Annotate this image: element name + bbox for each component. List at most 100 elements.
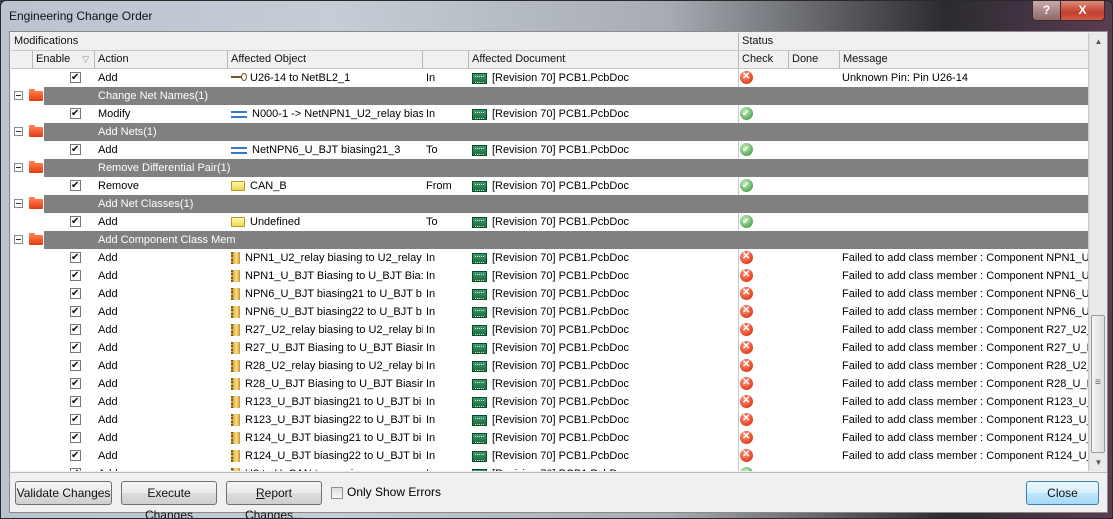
collapse-toggle-icon[interactable] (14, 235, 23, 244)
enable-checkbox[interactable] (70, 105, 81, 123)
col-affected-document[interactable]: Affected Document (468, 51, 738, 68)
enable-checkbox[interactable] (70, 447, 81, 465)
error-status-icon (740, 375, 753, 392)
affected-document-cell: [Revision 70] PCB1.PcbDoc (472, 69, 736, 87)
enable-checkbox[interactable] (70, 357, 81, 375)
collapse-toggle-icon[interactable] (14, 91, 23, 100)
success-status-icon (740, 105, 753, 122)
affected-document-cell: [Revision 70] PCB1.PcbDoc (472, 141, 736, 159)
direction-cell: To (426, 144, 438, 156)
group-row[interactable]: Add Net Classes(1) (11, 195, 1088, 213)
done-status-cell (790, 375, 838, 393)
col-direction[interactable] (422, 51, 468, 68)
collapse-toggle-icon[interactable] (14, 127, 23, 136)
sort-icon[interactable]: ▽ (82, 54, 89, 64)
enable-checkbox[interactable] (70, 321, 81, 339)
done-status-cell (790, 249, 838, 267)
affected-document-cell: [Revision 70] PCB1.PcbDoc (472, 447, 736, 465)
group-row[interactable]: Add Nets(1) (11, 123, 1088, 141)
group-row[interactable]: Add Component Class Mem (11, 231, 1088, 249)
affected-object-cell: NPN1_U2_relay biasing to U2_relay (231, 249, 423, 267)
affected-object-text: U26-14 to NetBL2_1 (250, 72, 351, 84)
collapse-toggle-icon[interactable] (14, 163, 23, 172)
scroll-down-arrow-icon[interactable]: ▼ (1090, 454, 1107, 471)
table-row[interactable]: Add Undefined To [Revision 70] PCB1.PcbDoc (11, 213, 1088, 231)
enable-checkbox[interactable] (70, 177, 81, 195)
col-action[interactable]: Action (94, 51, 227, 68)
checkbox-box[interactable] (331, 486, 343, 499)
enable-checkbox[interactable] (70, 429, 81, 447)
scroll-thumb[interactable]: ≡ (1091, 315, 1105, 453)
table-row[interactable]: Remove CAN_B From [Revision 70] PCB1.PcbDoc (11, 177, 1088, 195)
table-row[interactable]: Add R123_U_BJT biasing21 to U_BJT bi In [Re… (11, 393, 1088, 411)
enable-checkbox[interactable] (70, 303, 81, 321)
enable-checkbox[interactable] (70, 141, 81, 159)
enable-checkbox[interactable] (70, 393, 81, 411)
table-row[interactable]: Add R27_U2_relay biasing to U2_relay biIn… (11, 321, 1088, 339)
column-divider (738, 393, 739, 411)
affected-object-text: U3 to U_CAN transceiver (245, 468, 369, 471)
action-cell: Add (98, 360, 118, 372)
message-cell (842, 213, 1088, 231)
only-show-errors-checkbox[interactable]: Only Show Errors (331, 485, 441, 501)
table-row[interactable]: Add R124_U_BJT biasing22 to U_BJT bi In [Re… (11, 447, 1088, 465)
close-button[interactable]: Close (1026, 481, 1099, 505)
help-button[interactable]: ? (1032, 1, 1061, 21)
enable-checkbox[interactable] (70, 339, 81, 357)
affected-document-text: [Revision 70] PCB1.PcbDoc (492, 288, 629, 300)
table-row[interactable]: Add NPN6_U_BJT biasing22 to U_BJT b In [Rev… (11, 303, 1088, 321)
table-row[interactable]: Add NPN1_U_BJT Biasing to U_BJT Bia:In [Re… (11, 267, 1088, 285)
col-message[interactable]: Message (839, 51, 1088, 68)
table-row[interactable]: Add NPN1_U2_relay biasing to U2_relay In [R… (11, 249, 1088, 267)
message-cell: Failed to add class member : Component R… (842, 414, 1088, 426)
table-row[interactable]: Add U26-14 to NetBL2_1 In [Revision 70] PCB… (11, 69, 1088, 87)
validate-changes-button[interactable]: Validate Changes (15, 481, 112, 505)
enable-checkbox[interactable] (70, 213, 81, 231)
error-status-icon (740, 249, 753, 266)
table-row[interactable]: Add U3 to U_CAN transceiver In [Revision 70… (11, 465, 1088, 471)
enable-checkbox[interactable] (70, 69, 81, 87)
col-affected-object[interactable]: Affected Object (227, 51, 422, 68)
affected-object-cell: R27_U2_relay biasing to U2_relay bi (231, 321, 423, 339)
table-row[interactable]: Add R124_U_BJT biasing21 to U_BJT bi In [Re… (11, 429, 1088, 447)
folder-icon (29, 161, 43, 173)
execute-changes-button[interactable]: Execute Changes (121, 481, 217, 518)
window-close-button[interactable]: X (1060, 1, 1105, 21)
group-row[interactable]: Change Net Names(1) (11, 87, 1088, 105)
col-check[interactable]: Check (738, 51, 788, 68)
action-cell: Add (98, 414, 118, 426)
enable-checkbox[interactable] (70, 411, 81, 429)
table-row[interactable]: Modify N000-1 -> NetNPN1_U2_relay biasirI… (11, 105, 1088, 123)
affected-document-text: [Revision 70] PCB1.PcbDoc (492, 252, 629, 264)
report-changes-button[interactable]: Report Changes... (226, 481, 322, 518)
enable-checkbox[interactable] (70, 465, 81, 471)
enable-checkbox[interactable] (70, 249, 81, 267)
scroll-up-arrow-icon[interactable]: ▲ (1090, 33, 1107, 50)
done-status-cell (790, 393, 838, 411)
affected-object-text: CAN_B (250, 180, 287, 192)
table-row[interactable]: Add NPN6_U_BJT biasing21 to U_BJT b In [Rev… (11, 285, 1088, 303)
table-row[interactable]: Add R123_U_BJT biasing22 to U_BJT bi In [Re… (11, 411, 1088, 429)
check-status-cell (740, 285, 786, 303)
col-done[interactable]: Done (788, 51, 839, 68)
collapse-toggle-icon[interactable] (14, 199, 23, 208)
action-cell: Add (98, 378, 118, 390)
group-band (44, 195, 1088, 213)
column-divider (738, 411, 739, 429)
table-row[interactable]: Add NetNPN6_U_BJT biasing21_3 To [Revision … (11, 141, 1088, 159)
group-row[interactable]: Remove Differential Pair(1) (11, 159, 1088, 177)
check-status-cell (740, 321, 786, 339)
done-status-cell (790, 69, 838, 87)
column-divider (738, 375, 739, 393)
changes-grid: Modifications Status Enable ▽ Action Affe… (11, 33, 1089, 471)
column-divider (738, 267, 739, 285)
table-row[interactable]: Add R28_U2_relay biasing to U2_relay biIn… (11, 357, 1088, 375)
table-row[interactable]: Add R28_U_BJT Biasing to U_BJT BiasirIn [R… (11, 375, 1088, 393)
enable-checkbox[interactable] (70, 375, 81, 393)
table-row[interactable]: Add R27_U_BJT Biasing to U_BJT BiasirIn [R… (11, 339, 1088, 357)
vertical-scrollbar[interactable]: ▲ ≡ ▼ (1089, 33, 1107, 471)
enable-checkbox[interactable] (70, 267, 81, 285)
col-enable[interactable]: Enable ▽ (32, 51, 94, 68)
enable-checkbox[interactable] (70, 285, 81, 303)
title-bar[interactable]: Engineering Change Order ? X (1, 1, 1112, 31)
